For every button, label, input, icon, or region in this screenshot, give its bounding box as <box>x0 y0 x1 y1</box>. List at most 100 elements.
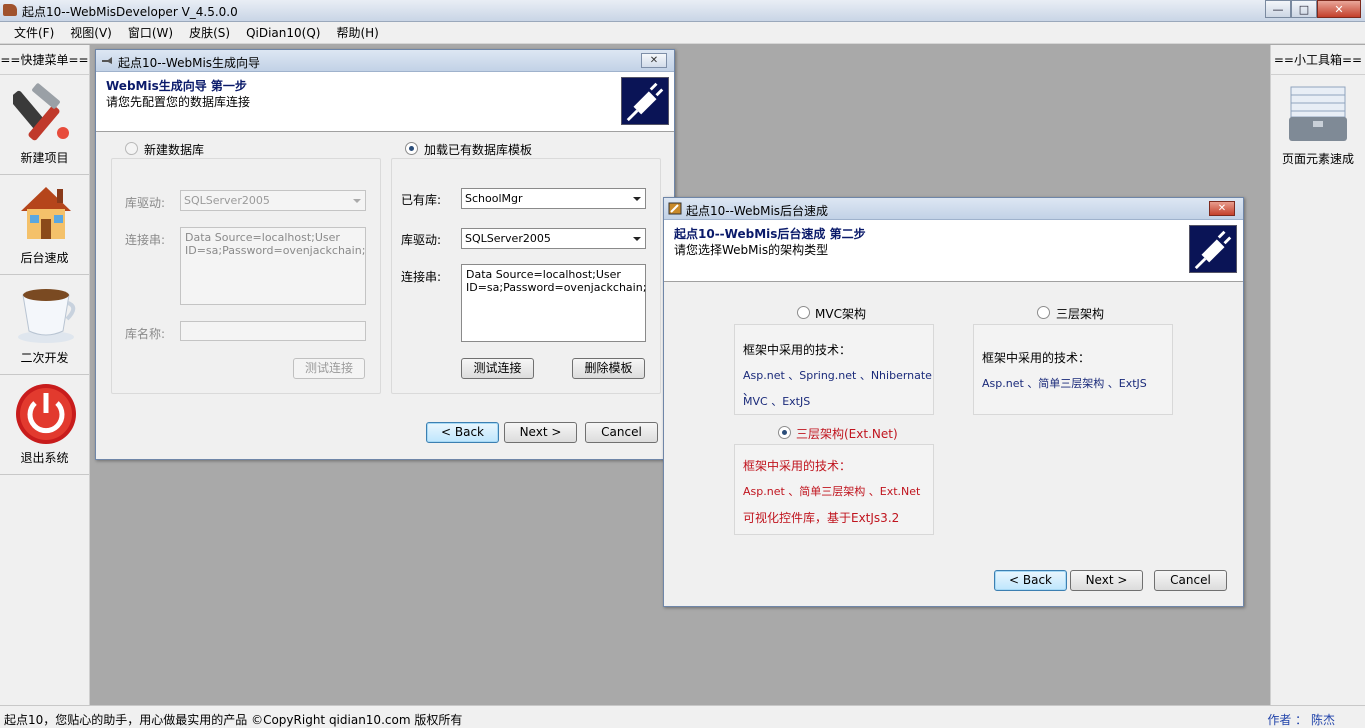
wizard-subheading: 请您先配置您的数据库连接 <box>106 95 251 109</box>
new-db-radio[interactable] <box>125 142 138 155</box>
menu-file[interactable]: 文件(F) <box>6 22 62 44</box>
wizard-dialog: 起点10--WebMis生成向导 ✕ WebMis生成向导 第一步 请您先配置您… <box>95 49 675 460</box>
wizard-header: WebMis生成向导 第一步 请您先配置您的数据库连接 <box>96 72 674 132</box>
sidebar-item-secondary-dev[interactable]: 二次开发 <box>0 275 89 375</box>
sidebar-item-backend[interactable]: 后台速成 <box>0 175 89 275</box>
wizard-title: 起点10--WebMis生成向导 <box>118 56 261 70</box>
status-bar: 起点10，您贴心的助手，用心做最实用的产品 ©CopyRight qidian1… <box>0 705 1365 728</box>
tech-line: MVC 、ExtJS <box>743 395 811 408</box>
backend-heading: 起点10--WebMis后台速成 第二步 <box>674 227 866 241</box>
tech-line: 可视化控件库，基于ExtJs3.2 <box>743 511 900 525</box>
coffee-cup-icon <box>18 289 76 343</box>
new-db-conn-label: 连接串: <box>125 233 166 247</box>
cancel-button[interactable]: Cancel <box>1154 570 1227 591</box>
template-test-button[interactable]: 测试连接 <box>461 358 534 379</box>
new-db-name-input[interactable] <box>180 321 366 341</box>
tools-icon <box>13 83 69 141</box>
toolbox-sidebar: ==小工具箱== 页面元素速成 <box>1270 45 1365 705</box>
minimize-icon[interactable]: — <box>1265 0 1291 18</box>
chevron-down-icon <box>633 197 641 201</box>
menu-window[interactable]: 窗口(W) <box>120 22 181 44</box>
tech-title: 框架中采用的技术： <box>982 351 1091 365</box>
menu-view[interactable]: 视图(V) <box>62 22 120 44</box>
new-db-test-button[interactable]: 测试连接 <box>293 358 365 379</box>
hand-icon <box>102 57 112 64</box>
chevron-down-icon <box>633 237 641 241</box>
next-button[interactable]: Next > <box>1070 570 1143 591</box>
new-db-name-label: 库名称: <box>125 327 166 341</box>
toolbox-header: ==小工具箱== <box>1271 45 1365 75</box>
maximize-icon[interactable]: □ <box>1291 0 1317 18</box>
wizard-title-bar: 起点10--WebMis生成向导 ✕ <box>96 50 674 72</box>
template-conn-textarea[interactable]: Data Source=localhost;User ID=sa;Passwor… <box>461 264 646 342</box>
backend-header: 起点10--WebMis后台速成 第二步 请您选择WebMis的架构类型 <box>664 220 1243 282</box>
cancel-button[interactable]: Cancel <box>585 422 658 443</box>
back-button[interactable]: < Back <box>994 570 1067 591</box>
power-icon <box>16 384 76 444</box>
quick-menu-header: ==快捷菜单== <box>0 45 89 75</box>
new-db-label: 新建数据库 <box>144 143 205 157</box>
three-tier-extnet-card: 框架中采用的技术： Asp.net 、简单三层架构 、Ext.Net 可视化控件… <box>734 444 934 535</box>
backend-dialog: 起点10--WebMis后台速成 ✕ 起点10--WebMis后台速成 第二步 … <box>663 197 1244 607</box>
sidebar-item-label: 退出系统 <box>20 451 69 465</box>
template-driver-value: SQLServer2005 <box>465 232 551 245</box>
new-db-conn-textarea[interactable]: Data Source=localhost;User ID=sa;Passwor… <box>180 227 366 305</box>
three-tier-extnet-radio[interactable] <box>778 426 791 439</box>
delete-template-button[interactable]: 删除模板 <box>572 358 645 379</box>
three-tier-radio[interactable] <box>1037 306 1050 319</box>
mvc-radio[interactable] <box>797 306 810 319</box>
menu-help[interactable]: 帮助(H) <box>328 22 386 44</box>
load-template-radio[interactable] <box>405 142 418 155</box>
app-title-bar: 起点10--WebMisDeveloper V_4.5.0.0 — □ ✕ <box>0 0 1365 22</box>
sidebar-item-label: 后台速成 <box>20 251 69 265</box>
three-tier-extnet-label: 三层架构(Ext.Net) <box>796 427 898 441</box>
chevron-down-icon <box>353 199 361 203</box>
sidebar-item-label: 新建项目 <box>20 151 69 165</box>
existing-db-value: SchoolMgr <box>465 192 523 205</box>
app-title: 起点10--WebMisDeveloper V_4.5.0.0 <box>22 5 238 19</box>
close-icon[interactable]: ✕ <box>1317 0 1361 18</box>
three-tier-label: 三层架构 <box>1056 307 1105 321</box>
template-driver-label: 库驱动: <box>401 233 442 247</box>
existing-db-select[interactable]: SchoolMgr <box>461 188 646 209</box>
backend-title: 起点10--WebMis后台速成 <box>686 204 829 218</box>
sidebar-item-new-project[interactable]: 新建项目 <box>0 75 89 175</box>
sidebar-item-label: 二次开发 <box>20 351 69 365</box>
menu-skin[interactable]: 皮肤(S) <box>181 22 238 44</box>
tech-line: Asp.net 、简单三层架构 、ExtJS <box>982 377 1147 390</box>
quick-menu-sidebar: ==快捷菜单== 新建项目 后台速成 二次开发 退出系统 <box>0 45 90 705</box>
menu-bar: 文件(F) 视图(V) 窗口(W) 皮肤(S) QiDian10(Q) 帮助(H… <box>0 22 1365 44</box>
three-tier-card: 框架中采用的技术： Asp.net 、简单三层架构 、ExtJS <box>973 324 1173 415</box>
sidebar-item-label: 页面元素速成 <box>1281 152 1354 166</box>
close-icon[interactable]: ✕ <box>1209 201 1235 216</box>
close-icon[interactable]: ✕ <box>641 53 667 68</box>
backend-title-bar: 起点10--WebMis后台速成 ✕ <box>664 198 1243 220</box>
mvc-label: MVC架构 <box>815 307 866 321</box>
house-icon <box>21 187 71 239</box>
plug-logo-icon <box>621 77 669 125</box>
tech-title: 框架中采用的技术： <box>743 459 852 473</box>
app-icon <box>3 4 17 16</box>
template-conn-label: 连接串: <box>401 270 442 284</box>
back-button[interactable]: < Back <box>426 422 499 443</box>
tech-line: Asp.net 、简单三层架构 、Ext.Net <box>743 485 921 498</box>
sidebar-item-page-elements[interactable]: 页面元素速成 <box>1271 75 1365 175</box>
status-left-text: 起点10，您贴心的助手，用心做最实用的产品 ©CopyRight qidian1… <box>4 713 463 727</box>
sidebar-item-exit[interactable]: 退出系统 <box>0 375 89 475</box>
menu-qidian10[interactable]: QiDian10(Q) <box>238 22 328 44</box>
tech-title: 框架中采用的技术： <box>743 343 852 357</box>
next-button[interactable]: Next > <box>504 422 577 443</box>
status-author: 作者 ： 陈杰 <box>1267 713 1335 727</box>
new-db-driver-value: SQLServer2005 <box>184 194 270 207</box>
existing-db-label: 已有库: <box>401 193 442 207</box>
pencil-icon <box>668 202 682 215</box>
wizard-heading: WebMis生成向导 第一步 <box>106 79 247 93</box>
plug-logo-icon <box>1189 225 1237 273</box>
load-template-label: 加载已有数据库模板 <box>424 143 533 157</box>
new-db-driver-label: 库驱动: <box>125 196 166 210</box>
toolbox-icon <box>1289 86 1347 141</box>
backend-subheading: 请您选择WebMis的架构类型 <box>674 243 829 257</box>
new-db-driver-select[interactable]: SQLServer2005 <box>180 190 366 211</box>
mvc-card: 框架中采用的技术： Asp.net 、Spring.net 、Nhibernat… <box>734 324 934 415</box>
template-driver-select[interactable]: SQLServer2005 <box>461 228 646 249</box>
